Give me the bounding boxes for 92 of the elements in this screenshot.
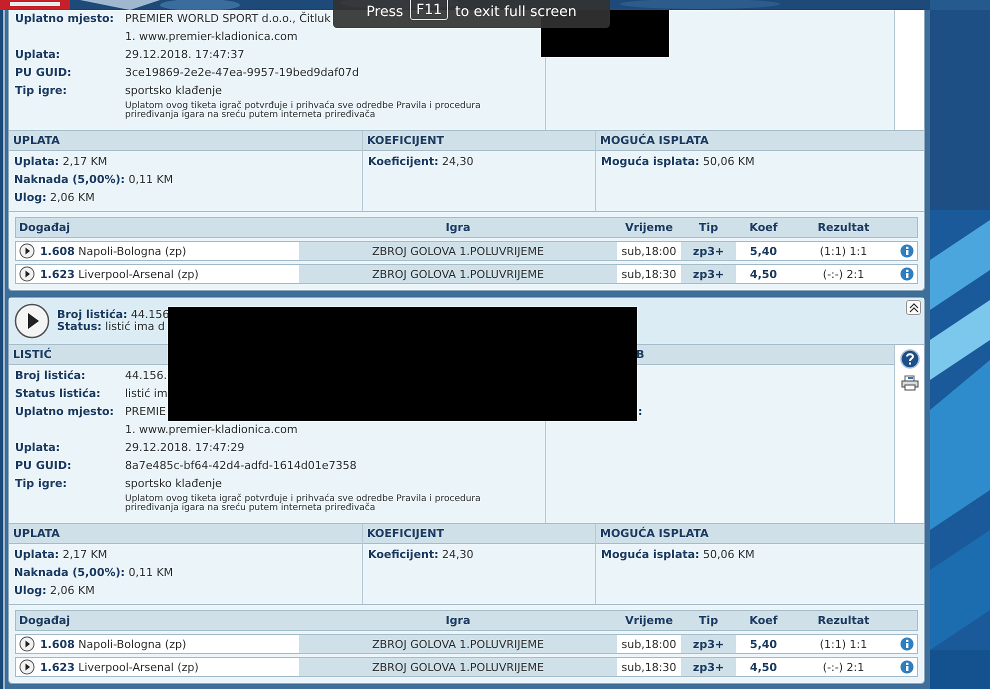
table-cell: 5,40: [736, 242, 791, 260]
column-header: Tip: [698, 220, 720, 236]
column-header: Rezultat: [816, 613, 870, 629]
column-header: Koef: [748, 613, 779, 629]
section-header: UPLATA: [9, 524, 362, 544]
field-value: PREMIER WORLD SPORT d.o.o., Čitluk: [125, 10, 331, 27]
notice-text: Uplatom ovog tiketa igrač potvrđuje i prihvaća sve odredbe Pravila i procedura priređivanja igara na sreću putem interneta priređivača: [125, 102, 482, 120]
field-label: PU GUID:: [15, 66, 72, 79]
field-value: 29.12.2018. 17:47:37: [125, 47, 244, 63]
table-cell: 1.608 Napoli-Bologna (zp): [16, 635, 299, 653]
section-header: KOEFICIJENT: [363, 131, 595, 151]
play-icon: [14, 303, 50, 339]
print-icon[interactable]: [900, 375, 918, 391]
summary-line: Naknada (5,00%): 0,11 KM: [14, 172, 174, 188]
field-value: 1. www.premier-kladionica.com: [125, 422, 298, 438]
field-label: Broj listića:: [15, 369, 86, 382]
ticket-summary-line: Broj listića: 44.156: [57, 309, 170, 321]
column-header: Igra: [444, 613, 472, 629]
summary-line: Uplata: 2,17 KM: [14, 547, 108, 563]
field-value: 44.156.: [125, 368, 167, 384]
table-cell: 1.623 Liverpool-Arsenal (zp): [16, 658, 299, 676]
table-cell: ZBROJ GOLOVA 1.POLUVRIJEME: [299, 658, 617, 676]
summary-line: Moguća isplata: 50,06 KM: [601, 547, 756, 563]
column-header: Događaj: [18, 220, 72, 236]
info-icon[interactable]: [900, 637, 914, 651]
table-cell: zp3+: [681, 635, 736, 653]
field-label: Uplata:: [15, 48, 60, 61]
table-cell: ZBROJ GOLOVA 1.POLUVRIJEME: [299, 635, 617, 653]
section-header: MOGUĆA ISPLATA: [596, 131, 924, 151]
info-icon[interactable]: [900, 244, 914, 258]
field-value: sportsko klađenje: [125, 476, 222, 492]
field-label: Uplatno mjesto:: [15, 405, 114, 418]
play-icon[interactable]: [19, 266, 35, 282]
table-cell: sub,18:00: [617, 635, 681, 653]
summary-line: Moguća isplata: 50,06 KM: [601, 154, 756, 170]
summary-line: Ulog: 2,06 KM: [14, 583, 96, 599]
field-label: Tip igre:: [15, 477, 67, 490]
column-header: Vrijeme: [624, 220, 674, 236]
play-button[interactable]: [14, 303, 50, 339]
field-value: PREMIE: [125, 404, 166, 420]
table-cell: sub,18:30: [617, 658, 681, 676]
summary-line: Naknada (5,00%): 0,11 KM: [14, 565, 174, 581]
table-cell: 1.623 Liverpool-Arsenal (zp): [16, 265, 299, 283]
table-cell: (-:-) 2:1: [791, 265, 896, 283]
play-icon[interactable]: [19, 243, 35, 259]
play-icon[interactable]: [19, 659, 35, 675]
table-cell: 4,50: [736, 265, 791, 283]
ticket-summary-line: Status: listić ima d: [57, 321, 166, 333]
table-cell: zp3+: [681, 658, 736, 676]
collapse-button[interactable]: [906, 300, 921, 315]
table-cell: ZBROJ GOLOVA 1.POLUVRIJEME: [299, 242, 617, 260]
summary-line: Koeficijent: 24,30: [368, 547, 475, 563]
field-label: Status listića:: [15, 387, 101, 400]
info-icon[interactable]: [900, 267, 914, 281]
column-header: Rezultat: [816, 220, 870, 236]
column-header: Događaj: [18, 613, 72, 629]
table-cell: ZBROJ GOLOVA 1.POLUVRIJEME: [299, 265, 617, 283]
table-cell: (1:1) 1:1: [791, 635, 896, 653]
field-value: 3ce19869-2e2e-47ea-9957-19bed9daf07d: [125, 65, 360, 81]
section-header: MOGUĆA ISPLATA: [596, 524, 924, 544]
table-cell: 4,50: [736, 658, 791, 676]
table-cell: sub,18:00: [617, 242, 681, 260]
field-value: 29.12.2018. 17:47:29: [125, 440, 244, 456]
column-header: Tip: [698, 613, 720, 629]
field-label: PU GUID:: [15, 459, 72, 472]
table-cell: (1:1) 1:1: [791, 242, 896, 260]
table-cell: 1.608 Napoli-Bologna (zp): [16, 242, 299, 260]
summary-line: Ulog: 2,06 KM: [14, 190, 96, 206]
field-value: 1. www.premier-kladionica.com: [125, 29, 298, 45]
notice-text: Uplatom ovog tiketa igrač potvrđuje i prihvaća sve odredbe Pravila i procedura priređivanja igara na sreću putem interneta priređivača: [125, 495, 482, 513]
table-cell: zp3+: [681, 265, 736, 283]
section-header: UPLATA: [9, 131, 362, 151]
table-cell: zp3+: [681, 242, 736, 260]
field-label: Uplata:: [15, 441, 60, 454]
summary-line: Uplata: 2,17 KM: [14, 154, 108, 170]
section-header: KOEFICIJENT: [363, 524, 595, 544]
field-label: Uplatno mjesto:: [15, 12, 114, 25]
column-header: Vrijeme: [624, 613, 674, 629]
table-cell: (-:-) 2:1: [791, 658, 896, 676]
field-value: sportsko klađenje: [125, 83, 222, 99]
column-header: Igra: [444, 220, 472, 236]
summary-line: Koeficijent: 24,30: [368, 154, 475, 170]
help-icon[interactable]: [900, 349, 920, 369]
field-value: listić im: [125, 386, 168, 402]
play-icon[interactable]: [19, 636, 35, 652]
field-label: :: [637, 404, 644, 420]
field-value: 8a7e485c-bf64-42d4-adfd-1614d01e7358: [125, 458, 357, 474]
table-cell: sub,18:30: [617, 265, 681, 283]
table-cell: 5,40: [736, 635, 791, 653]
column-header: Koef: [748, 220, 779, 236]
info-icon[interactable]: [900, 660, 914, 674]
field-label: Tip igre:: [15, 84, 67, 97]
